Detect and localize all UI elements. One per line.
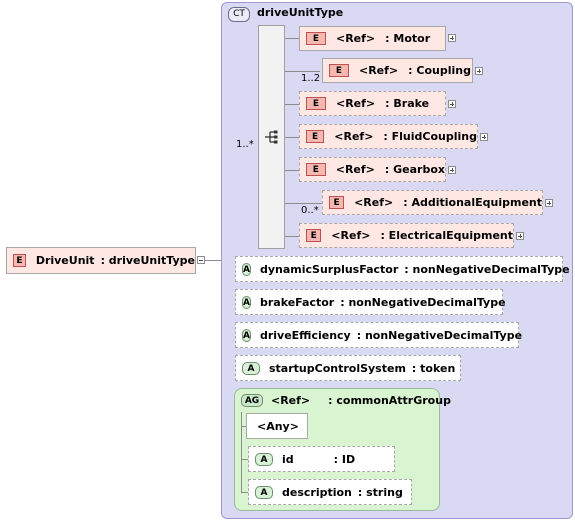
attribute-name: driveEfficiency xyxy=(259,328,351,342)
element-name: : Motor xyxy=(385,32,431,45)
expand-gearbox-button[interactable] xyxy=(448,166,456,174)
element-name: : ElectricalEquipment xyxy=(380,229,513,242)
attribute-type: : ID xyxy=(333,452,356,466)
connector-ag-description xyxy=(241,492,248,493)
expand-fluidcoupling-button[interactable] xyxy=(480,133,488,141)
any-attribute[interactable]: <Any> xyxy=(246,413,308,439)
connector-ag-id xyxy=(241,459,248,460)
attribute-group-ref: <Ref> xyxy=(271,394,311,407)
expand-electricalequipment-button[interactable] xyxy=(516,232,524,240)
attribute-name: startupControlSystem xyxy=(269,361,406,375)
attribute-description[interactable]: A description : string xyxy=(248,479,412,505)
expand-motor-button[interactable] xyxy=(448,34,456,42)
expand-additionalequipment-button[interactable] xyxy=(545,199,553,207)
connector-child xyxy=(285,38,299,39)
attribute-id[interactable]: A id : ID xyxy=(248,446,395,472)
attribute-driveefficiency[interactable]: A driveEfficiency : nonNegativeDecimalTy… xyxy=(235,322,523,348)
connector-root-to-type xyxy=(205,260,221,261)
element-name: : AdditionalEquipment xyxy=(403,196,542,209)
complex-type-title: driveUnitType xyxy=(257,6,344,19)
ref-label: <Ref> xyxy=(359,64,399,77)
element-badge: E xyxy=(306,130,325,143)
attribute-badge: A xyxy=(255,485,273,499)
connector-child xyxy=(285,104,299,105)
element-badge: E xyxy=(329,64,349,77)
collapse-root-button[interactable] xyxy=(197,256,205,264)
element-name: : Brake xyxy=(385,97,430,110)
element-name: : FluidCoupling xyxy=(383,130,477,143)
attribute-startupcontrolsystem[interactable]: A startupControlSystem : token xyxy=(235,355,461,381)
root-element-driveunit[interactable]: E DriveUnit : driveUnitType xyxy=(6,247,196,274)
connector-child xyxy=(285,170,299,171)
attribute-type: : nonNegativeDecimalType xyxy=(404,262,570,276)
attribute-type: : string xyxy=(357,485,403,499)
connector-ag-trunk xyxy=(241,412,242,492)
root-element-type: : driveUnitType xyxy=(100,254,195,267)
expand-coupling-button[interactable] xyxy=(475,67,483,75)
element-name: : Gearbox xyxy=(384,163,445,176)
attribute-type: : nonNegativeDecimalType xyxy=(340,295,506,309)
attribute-badge: A xyxy=(242,328,251,342)
element-badge: E xyxy=(306,229,322,242)
ref-label: <Ref> xyxy=(335,163,375,176)
root-element-label: DriveUnit xyxy=(35,254,95,267)
attribute-group-name: : commonAttrGroup xyxy=(328,394,451,407)
child-element-brake[interactable]: E <Ref> : Brake xyxy=(299,91,446,116)
sequence-cardinality: 1..* xyxy=(236,139,254,150)
attribute-type: : nonNegativeDecimalType xyxy=(356,328,523,342)
connector-child xyxy=(285,236,299,237)
connector-child xyxy=(285,71,320,72)
attribute-group-header: AG <Ref> : commonAttrGroup xyxy=(241,394,451,407)
coupling-cardinality: 1..2 xyxy=(301,73,321,84)
attribute-name: brakeFactor xyxy=(259,295,335,309)
ref-label: <Ref> xyxy=(336,97,376,110)
child-element-gearbox[interactable]: E <Ref> : Gearbox xyxy=(299,157,446,182)
attribute-brakefactor[interactable]: A brakeFactor : nonNegativeDecimalType xyxy=(235,289,506,315)
child-element-electricalequipment[interactable]: E <Ref> : ElectricalEquipment xyxy=(299,223,514,248)
expand-brake-button[interactable] xyxy=(448,100,456,108)
attribute-dynamicsurplusfactor[interactable]: A dynamicSurplusFactor : nonNegativeDeci… xyxy=(235,256,570,282)
ref-label: <Ref> xyxy=(336,32,376,45)
child-element-coupling[interactable]: E <Ref> : Coupling xyxy=(322,58,473,83)
attribute-badge: A xyxy=(242,295,251,309)
attribute-name: dynamicSurplusFactor xyxy=(259,262,399,276)
attribute-name: id xyxy=(282,452,294,466)
sequence-compositor[interactable] xyxy=(258,25,285,249)
ref-label: <Ref> xyxy=(354,196,394,209)
child-element-motor[interactable]: E <Ref> : Motor xyxy=(299,26,446,51)
ref-label: <Ref> xyxy=(334,130,374,143)
complex-type-badge: CT xyxy=(228,7,250,22)
element-name: : Coupling xyxy=(408,64,471,77)
child-element-additionalequipment[interactable]: E <Ref> : AdditionalEquipment xyxy=(322,190,543,215)
connector-child xyxy=(285,203,322,204)
attribute-name: description xyxy=(282,485,352,499)
ref-label: <Ref> xyxy=(331,229,371,242)
attribute-badge: A xyxy=(242,361,260,375)
attribute-group-badge: AG xyxy=(241,394,263,407)
connector-child xyxy=(285,137,299,138)
attribute-badge: A xyxy=(242,262,251,276)
element-badge: E xyxy=(306,163,326,176)
sequence-icon xyxy=(265,130,278,144)
attribute-type: : token xyxy=(411,361,456,375)
child-element-fluidcoupling[interactable]: E <Ref> : FluidCoupling xyxy=(299,124,478,149)
element-badge: E xyxy=(306,32,326,45)
element-badge: E xyxy=(13,254,26,267)
element-badge: E xyxy=(329,196,345,209)
additionalequipment-cardinality: 0..* xyxy=(301,205,319,216)
element-badge: E xyxy=(306,97,326,110)
attribute-badge: A xyxy=(255,452,273,466)
